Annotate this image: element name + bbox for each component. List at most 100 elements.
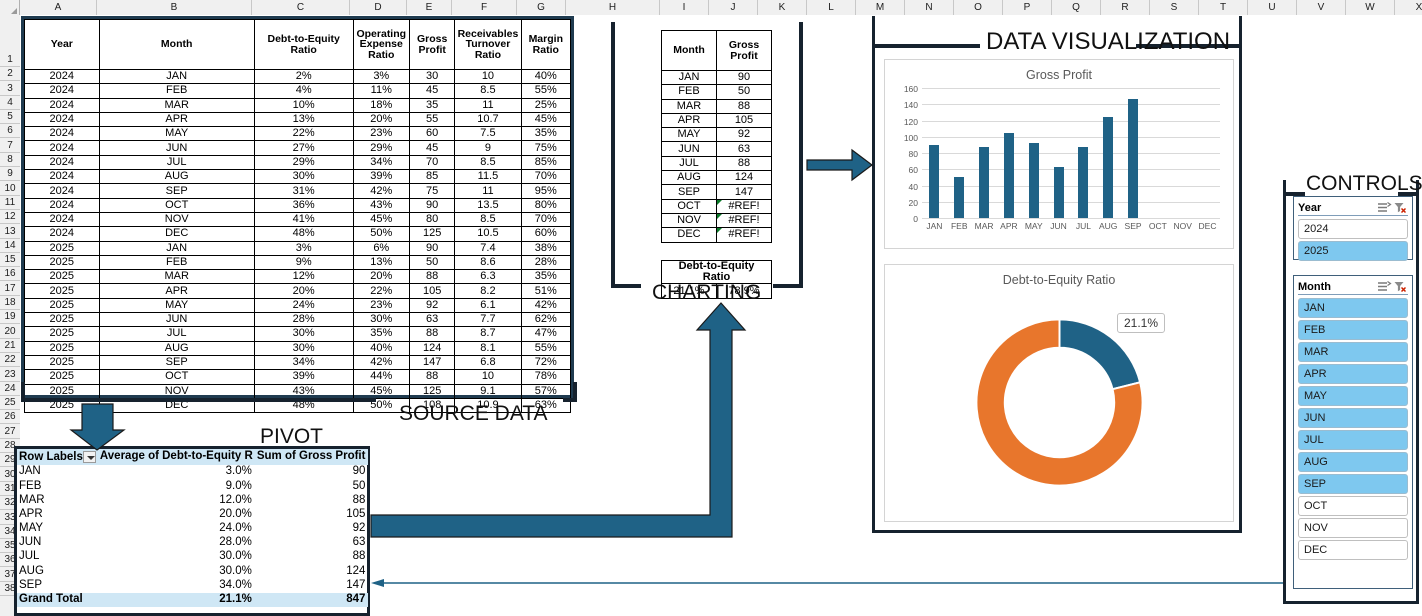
row-header-18[interactable]: 18 [0,295,20,311]
cell-receivables-turnover[interactable]: 11 [454,183,522,199]
cell-gross-profit[interactable]: 90 [716,69,772,86]
cell-receivables-turnover[interactable]: 8.2 [454,283,522,299]
cell-receivables-turnover[interactable]: 8.1 [454,340,522,356]
cell-debt-to-equity[interactable]: 34% [253,354,354,371]
cell-operating-expense[interactable]: 45% [352,383,410,399]
bar-slot-mar[interactable] [972,88,997,218]
slicer-item-year-2025[interactable]: 2025 [1298,241,1408,261]
row-header-12[interactable]: 12 [0,209,20,225]
cell-month[interactable]: NOV [98,211,255,228]
pivot-cell-month[interactable]: MAR [17,493,98,507]
cell-receivables-turnover[interactable]: 8.5 [454,211,522,228]
cell-debt-to-equity[interactable]: 3% [253,240,354,256]
column-header-V[interactable]: V [1297,0,1346,15]
cell-gross-profit[interactable]: 75 [408,183,456,199]
cell-margin-ratio[interactable]: 62% [520,312,572,328]
row-header-25[interactable]: 25 [0,395,20,411]
bar-may[interactable] [1028,143,1039,218]
pivot-cell-avg-de[interactable]: 3.0% [98,465,255,479]
cell-month[interactable]: SEP [98,354,255,371]
cell-debt-to-equity[interactable]: 30% [253,340,354,356]
bar-slot-may[interactable] [1021,88,1046,218]
cell-gross-profit[interactable]: 125 [408,226,456,242]
cell-margin-ratio[interactable]: 70% [520,211,572,228]
cell-receivables-turnover[interactable]: 7.4 [454,240,522,256]
cell-receivables-turnover[interactable]: 10.7 [454,111,522,128]
cell-margin-ratio[interactable]: 95% [520,183,572,199]
cell-margin-ratio[interactable]: 85% [520,154,572,171]
cell-year[interactable]: 2024 [24,226,100,242]
bar-slot-apr[interactable] [996,88,1021,218]
cell-month[interactable]: MAY [98,126,255,142]
column-header-D[interactable]: D [350,0,407,15]
cell-margin-ratio[interactable]: 70% [520,169,572,185]
cell-operating-expense[interactable]: 39% [352,169,410,185]
column-header-C[interactable]: C [252,0,350,15]
cell-debt-to-equity[interactable]: 12% [253,269,354,285]
cell-operating-expense[interactable]: 20% [352,111,410,128]
pivot-cell-sum-gp[interactable]: 50 [255,479,369,493]
cell-debt-to-equity[interactable]: 24% [253,297,354,314]
row-header-23[interactable]: 23 [0,367,20,382]
cell-operating-expense[interactable]: 42% [352,354,410,371]
clear-filter-icon[interactable] [1393,280,1408,293]
cell-operating-expense[interactable]: 23% [352,126,410,142]
cell-operating-expense[interactable]: 23% [352,297,410,314]
row-header-3[interactable]: 3 [0,81,20,96]
pivot-cell-month[interactable]: AUG [17,564,98,578]
cell-debt-to-equity[interactable]: 22% [253,126,354,142]
cell-gross-profit[interactable]: 124 [716,170,772,186]
cell-margin-ratio[interactable]: 25% [520,97,572,113]
cell-year[interactable]: 2024 [24,97,100,113]
pivot-cell-avg-de[interactable]: 24.0% [98,522,255,536]
select-all-corner[interactable] [0,0,20,15]
row-header-11[interactable]: 11 [0,195,20,210]
slicer-item-month-jan[interactable]: JAN [1298,298,1408,318]
column-header-L[interactable]: L [807,0,856,15]
cell-gross-profit[interactable]: 30 [408,68,456,85]
row-header-8[interactable]: 8 [0,152,20,168]
cell-gross-profit[interactable]: 105 [716,112,772,129]
cell-year[interactable]: 2024 [24,183,100,199]
cell-debt-to-equity[interactable]: 28% [253,312,354,328]
column-header-G[interactable]: G [517,0,566,15]
row-header-19[interactable]: 19 [0,310,20,325]
slicer-item-month-mar[interactable]: MAR [1298,342,1408,362]
cell-debt-to-equity[interactable]: 41% [253,211,354,228]
row-header-16[interactable]: 16 [0,267,20,282]
row-header-15[interactable]: 15 [0,252,20,268]
column-header-M[interactable]: M [856,0,905,15]
pivot-cell-sum-gp[interactable]: 90 [255,465,369,479]
column-header-T[interactable]: T [1199,0,1248,15]
cell-gross-profit[interactable]: 88 [408,269,456,285]
column-header-Q[interactable]: Q [1052,0,1101,15]
row-header-9[interactable]: 9 [0,167,20,182]
cell-debt-to-equity[interactable]: 20% [253,283,354,299]
column-header-U[interactable]: U [1248,0,1297,15]
cell-gross-profit[interactable]: 92 [716,127,772,143]
cell-operating-expense[interactable]: 18% [352,97,410,113]
cell-month[interactable]: JUL [98,154,255,171]
cell-receivables-turnover[interactable]: 13.5 [454,197,522,213]
cell-receivables-turnover[interactable]: 10 [454,369,522,385]
cell-operating-expense[interactable]: 35% [352,326,410,342]
cell-margin-ratio[interactable]: 55% [520,83,572,99]
cell-month[interactable]: MAY [661,127,717,143]
cell-gross-profit[interactable]: 90 [408,240,456,256]
cell-margin-ratio[interactable]: 80% [520,197,572,213]
pivot-cell-avg-de[interactable]: 30.0% [98,564,255,578]
row-header-6[interactable]: 6 [0,124,20,139]
pivot-cell-month[interactable]: JAN [17,465,98,479]
column-header-K[interactable]: K [758,0,807,15]
cell-month[interactable]: FEB [98,254,255,271]
cell-margin-ratio[interactable]: 47% [520,326,572,342]
cell-debt-to-equity[interactable]: 9% [253,254,354,271]
cell-debt-to-equity[interactable]: 36% [253,197,354,213]
cell-receivables-turnover[interactable]: 7.7 [454,312,522,328]
cell-year[interactable]: 2024 [24,154,100,171]
clear-filter-icon[interactable] [1393,201,1408,214]
cell-gross-profit[interactable]: 88 [408,369,456,385]
pivot-cell-sum-gp[interactable]: 147 [255,579,369,593]
cell-receivables-turnover[interactable]: 8.6 [454,254,522,271]
row-header-10[interactable]: 10 [0,181,20,196]
